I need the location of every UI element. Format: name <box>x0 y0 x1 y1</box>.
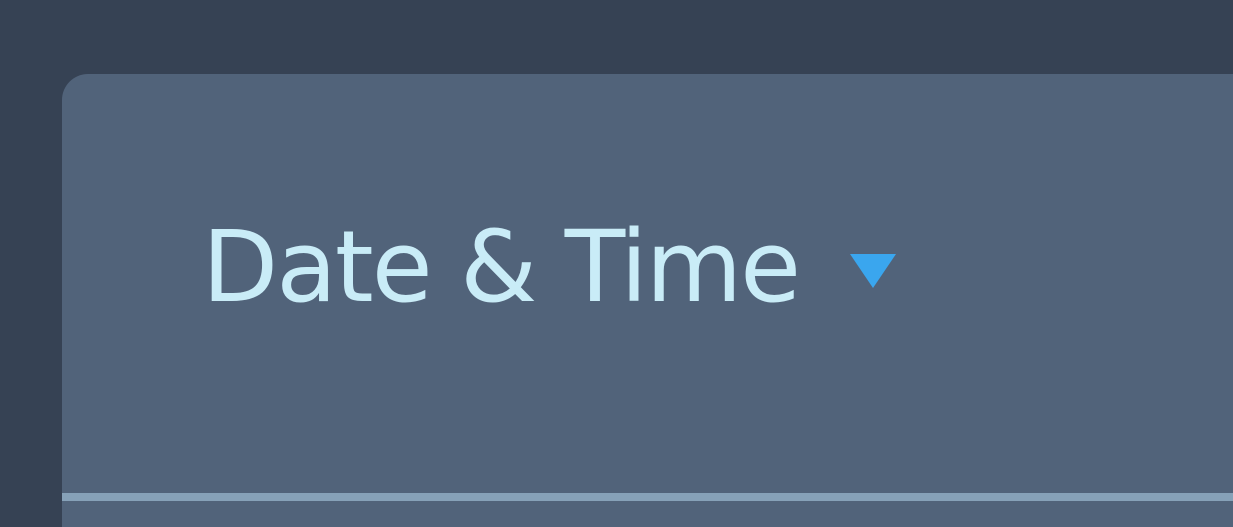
window-frame: Date & Time <box>0 0 1233 527</box>
date-time-label: Date & Time <box>202 209 801 325</box>
caret-down-icon <box>850 254 897 288</box>
date-time-dropdown[interactable]: Date & Time <box>202 202 897 332</box>
panel: Date & Time <box>62 74 1233 527</box>
divider <box>62 493 1233 501</box>
